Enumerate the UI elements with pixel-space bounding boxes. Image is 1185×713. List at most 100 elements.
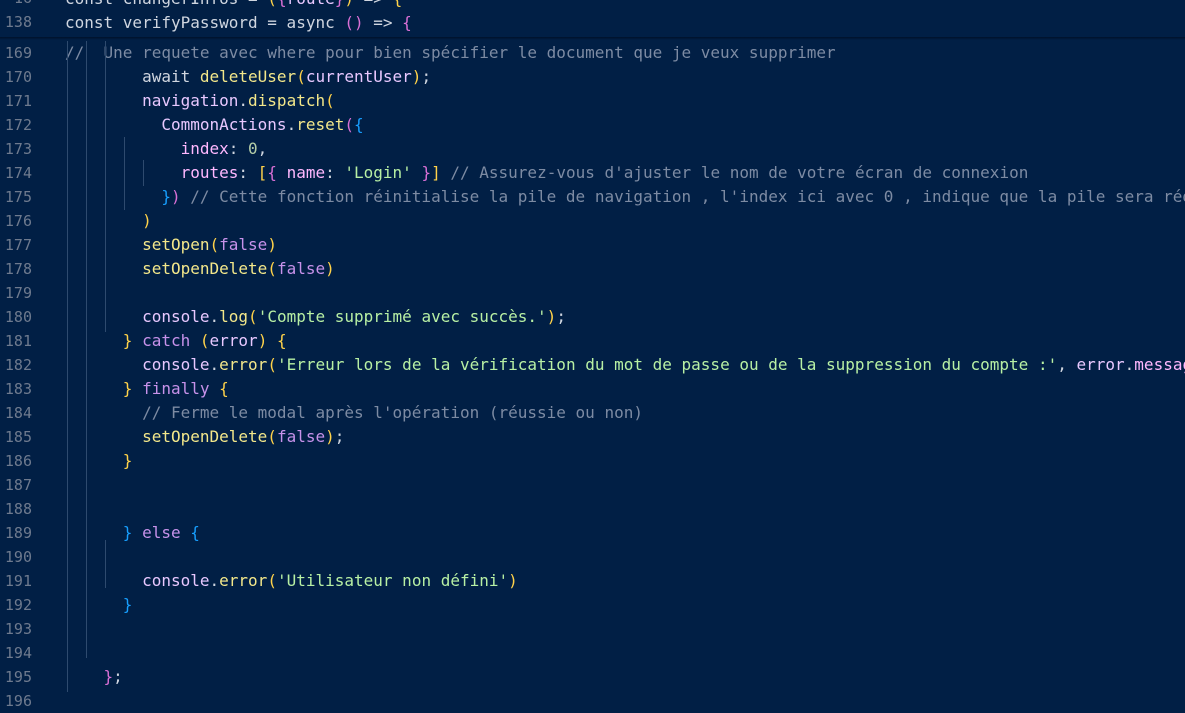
line-number: 177 bbox=[4, 236, 32, 254]
code-token: { bbox=[402, 13, 412, 32]
code-token: ( bbox=[296, 67, 306, 86]
code-token: console bbox=[142, 571, 210, 590]
line-number: 178 bbox=[4, 260, 32, 278]
code-text: setOpenDelete(false); bbox=[65, 425, 344, 449]
code-line[interactable]: 183 } finally { bbox=[0, 377, 1185, 401]
code-token: navigation bbox=[142, 91, 239, 110]
code-token: ( bbox=[267, 571, 277, 590]
code-token: ( bbox=[248, 307, 258, 326]
code-token: ) bbox=[142, 211, 152, 230]
code-line[interactable]: 169 // Une requete avec where pour bien s… bbox=[0, 41, 1185, 65]
code-token: currentUser bbox=[305, 67, 412, 86]
code-token: error bbox=[219, 355, 268, 374]
sticky-scroll-shadow bbox=[0, 37, 1185, 40]
code-line[interactable]: 172 CommonActions.reset({ bbox=[0, 113, 1185, 137]
code-line[interactable]: 193 bbox=[0, 617, 1185, 641]
code-line[interactable]: 177 setOpen(false) bbox=[0, 233, 1185, 257]
code-line[interactable]: 171 navigation.dispatch( bbox=[0, 89, 1185, 113]
line-number: 174 bbox=[4, 164, 32, 182]
code-line[interactable]: 195 }; bbox=[0, 665, 1185, 689]
code-token: setOpenDelete bbox=[142, 427, 268, 446]
code-token: error bbox=[219, 571, 268, 590]
code-text: console.error('Utilisateur non défini') bbox=[65, 569, 518, 593]
code-line[interactable]: 180 console.log('Compte supprimé avec su… bbox=[0, 305, 1185, 329]
code-token: } bbox=[122, 595, 133, 614]
code-line[interactable]: 188 bbox=[0, 497, 1185, 521]
code-token: ( bbox=[267, 259, 277, 278]
code-line[interactable]: 194 bbox=[0, 641, 1185, 665]
code-token: finally bbox=[132, 379, 220, 398]
code-line[interactable]: 187 bbox=[0, 473, 1185, 497]
code-line[interactable]: 174 routes: [{ name: 'Login' }] // Assur… bbox=[0, 161, 1185, 185]
code-token: ) bbox=[267, 235, 277, 254]
code-line[interactable]: 175 }) // Cette fonction réinitialise la… bbox=[0, 185, 1185, 209]
code-text: }) // Cette fonction réinitialise la pil… bbox=[65, 185, 1185, 209]
code-token: false bbox=[219, 235, 268, 254]
code-line[interactable]: 182 console.error('Erreur lors de la vér… bbox=[0, 353, 1185, 377]
line-number: 175 bbox=[4, 188, 32, 206]
indent-guide bbox=[105, 540, 106, 588]
code-line[interactable]: 173 index: 0, bbox=[0, 137, 1185, 161]
code-token: 'Erreur lors de la vérification du mot d… bbox=[276, 355, 1058, 374]
sticky-scroll-line[interactable]: 138 const verifyPassword = async () => { bbox=[0, 13, 1185, 37]
code-token: routes bbox=[180, 163, 239, 182]
line-number: 138 bbox=[4, 13, 32, 31]
code-token: CommonActions bbox=[161, 115, 287, 134]
line-number: 185 bbox=[4, 428, 32, 446]
code-line[interactable]: 179 bbox=[0, 281, 1185, 305]
line-number: 176 bbox=[4, 212, 32, 230]
line-number: 184 bbox=[4, 404, 32, 422]
line-number: 181 bbox=[4, 332, 32, 350]
code-token: . bbox=[286, 115, 297, 134]
code-token: message bbox=[1134, 355, 1185, 374]
code-token: false bbox=[276, 427, 326, 446]
code-line[interactable]: 181 } catch (error) { bbox=[0, 329, 1185, 353]
code-line[interactable]: 196 bbox=[0, 689, 1185, 713]
code-line[interactable]: 186 } bbox=[0, 449, 1185, 473]
code-text: await deleteUser(currentUser); bbox=[65, 65, 431, 89]
code-text: console.log('Compte supprimé avec succès… bbox=[65, 305, 566, 329]
code-text: const changerInfos = ({route}) => { bbox=[65, 0, 402, 13]
code-token: } bbox=[122, 331, 133, 350]
code-line[interactable]: 192 } bbox=[0, 593, 1185, 617]
code-token: index bbox=[180, 139, 229, 158]
line-number: 183 bbox=[4, 380, 32, 398]
line-number: 170 bbox=[4, 68, 32, 86]
code-token: } bbox=[122, 523, 133, 542]
code-line[interactable]: 176 ) bbox=[0, 209, 1185, 233]
line-number: 180 bbox=[4, 308, 32, 326]
line-number: 191 bbox=[4, 572, 32, 590]
code-token: , bbox=[257, 139, 268, 158]
code-line[interactable]: 191 console.error('Utilisateur non défin… bbox=[0, 569, 1185, 593]
indent-guide bbox=[124, 137, 125, 210]
code-token: ) bbox=[546, 307, 557, 326]
code-editor[interactable]: 169 // Une requete avec where pour bien s… bbox=[0, 0, 1185, 710]
code-token: ( bbox=[209, 235, 220, 254]
code-token: ] bbox=[431, 163, 441, 182]
line-number: 172 bbox=[4, 116, 32, 134]
code-text: console.error('Erreur lors de la vérific… bbox=[65, 353, 1185, 377]
code-token: error bbox=[209, 331, 258, 350]
code-token: error bbox=[1076, 355, 1125, 374]
code-token: { bbox=[277, 0, 287, 8]
line-number: 194 bbox=[4, 644, 32, 662]
code-line[interactable]: 190 bbox=[0, 545, 1185, 569]
code-line[interactable]: 184 // Ferme le modal après l'opération … bbox=[0, 401, 1185, 425]
code-token: ( bbox=[325, 91, 335, 110]
code-token: 'Utilisateur non défini' bbox=[276, 571, 509, 590]
code-line[interactable]: 170 await deleteUser(currentUser); bbox=[0, 65, 1185, 89]
code-token: } bbox=[122, 379, 133, 398]
code-token: : bbox=[325, 163, 345, 182]
code-token: ) bbox=[508, 571, 518, 590]
sticky-scroll-line[interactable]: 16const changerInfos = ({route}) => { bbox=[0, 0, 1185, 13]
code-line[interactable]: 189 } else { bbox=[0, 521, 1185, 545]
code-line[interactable]: 178 setOpenDelete(false) bbox=[0, 257, 1185, 281]
code-token: [ bbox=[257, 163, 268, 182]
code-token: console bbox=[142, 355, 210, 374]
code-line[interactable]: 185 setOpenDelete(false); bbox=[0, 425, 1185, 449]
line-number: 190 bbox=[4, 548, 32, 566]
